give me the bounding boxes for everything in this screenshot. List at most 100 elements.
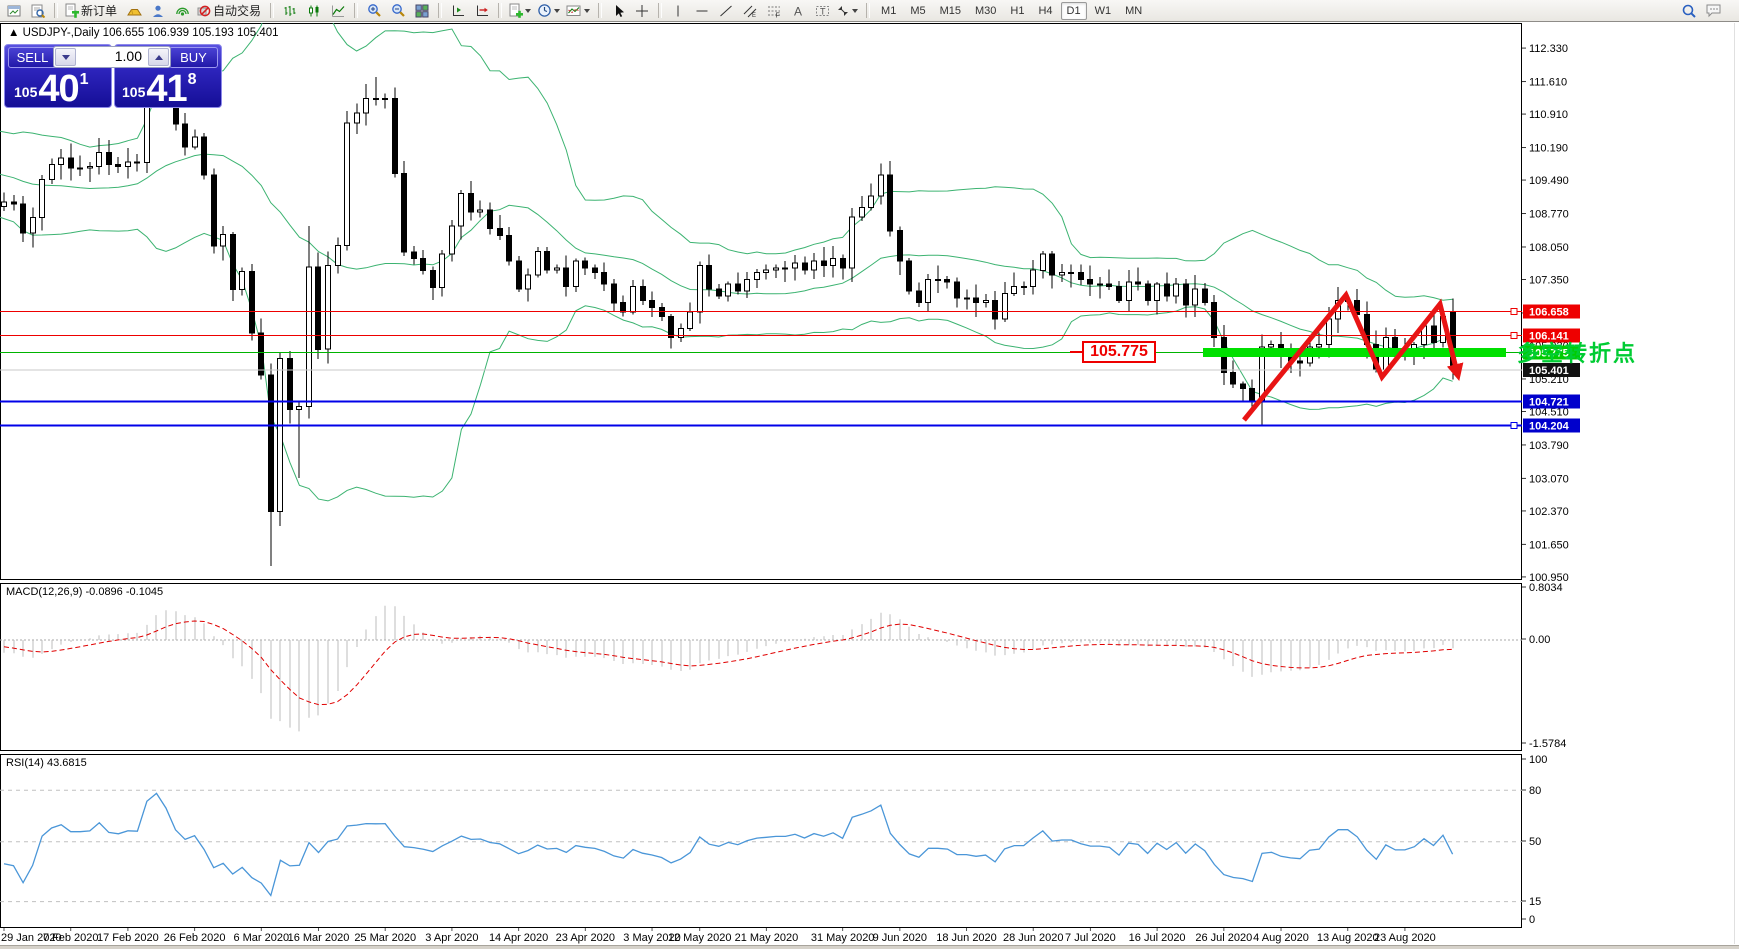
candle-body	[1249, 388, 1255, 401]
autotrade-button[interactable]: 自动交易	[194, 1, 266, 21]
candle-body	[68, 157, 74, 169]
candle-body	[182, 123, 188, 148]
candle-body	[115, 164, 121, 168]
candle-body	[535, 251, 541, 276]
x-axis-date: 3 Apr 2020	[425, 932, 478, 944]
caret-down-icon	[525, 8, 532, 13]
y-axis-tick: 107.350	[1529, 275, 1569, 287]
timeframe-mn[interactable]: MN	[1119, 2, 1148, 20]
symbol-ohlc-line: ▲ USDJPY-,Daily 106.655 106.939 105.193 …	[8, 27, 279, 39]
horizontal-line-icon	[695, 4, 709, 18]
candle-body	[411, 251, 417, 260]
periods-button[interactable]	[535, 1, 564, 21]
line-chart-mode-button[interactable]	[326, 1, 350, 21]
y-axis-tick: 111.610	[1529, 77, 1567, 89]
volume-decrease-button[interactable]	[55, 48, 76, 66]
mt4-terminal-window: 新订单 自动交易 E F A T M1 M5 M15 M30 H1 H4 D1 …	[0, 0, 1739, 949]
chart-canvas[interactable]: 112.330 111.610 110.910 110.190 109.490 108.7…	[0, 0, 1739, 949]
candlestick-mode-button[interactable]	[302, 1, 326, 21]
timeframe-m15[interactable]: M15	[934, 2, 967, 20]
vertical-line-tool-button[interactable]	[666, 1, 690, 21]
arrows-tool-button[interactable]	[834, 1, 862, 21]
auto-scroll-button[interactable]	[470, 1, 494, 21]
buy-button[interactable]: BUY	[169, 47, 218, 68]
candle-body	[1297, 360, 1303, 364]
text-label-tool-button[interactable]: T	[810, 1, 834, 21]
search-button[interactable]	[1677, 1, 1701, 21]
candle-body	[487, 209, 493, 229]
timeframe-d1[interactable]: D1	[1060, 1, 1087, 20]
zoom-in-button[interactable]	[362, 1, 386, 21]
indicators-button[interactable]	[564, 1, 594, 21]
timeframe-m30[interactable]: M30	[969, 2, 1002, 20]
sell-button[interactable]: SELL	[8, 47, 57, 68]
data-window-button[interactable]	[26, 1, 50, 21]
candle-body	[1211, 302, 1217, 339]
fibonacci-tool-button[interactable]: F	[762, 1, 786, 21]
signals-button[interactable]	[170, 1, 194, 21]
x-axis-date: 7 Jul 2020	[1065, 932, 1116, 944]
line-handle[interactable]	[1510, 422, 1518, 430]
chat-button[interactable]	[1701, 1, 1725, 21]
tile-windows-button[interactable]	[410, 1, 434, 21]
candle-body	[620, 302, 626, 313]
candle-body	[1268, 344, 1274, 348]
horizontal-line-tool-button[interactable]	[690, 1, 714, 21]
candle-body	[1183, 283, 1189, 306]
sell-price-figure: 105	[14, 84, 38, 100]
candle-body	[678, 327, 684, 339]
candle-body	[1049, 253, 1055, 276]
bar-chart-icon	[283, 4, 297, 18]
timeframe-m5[interactable]: M5	[904, 2, 931, 20]
search-icon	[1681, 3, 1697, 19]
candle-body	[840, 258, 846, 269]
crosshair-tool-button[interactable]	[630, 1, 654, 21]
candle-body	[506, 234, 512, 262]
x-axis-date: 26 Jul 2020	[1195, 932, 1252, 944]
candle-body	[363, 97, 369, 114]
candle-body	[1087, 279, 1093, 285]
timeframe-m1[interactable]: M1	[875, 2, 902, 20]
arrows-icon	[836, 4, 850, 18]
turning-point-annotation[interactable]: 多空转折点	[1517, 336, 1637, 368]
channel-tool-button[interactable]: E	[738, 1, 762, 21]
macd-indicator-label: MACD(12,26,9) -0.0896 -0.1045	[6, 586, 163, 598]
templates-button[interactable]	[506, 1, 535, 21]
svg-text:F: F	[776, 12, 780, 18]
candle-body	[582, 260, 588, 269]
gold-symbol-button[interactable]	[122, 1, 146, 21]
line-handle[interactable]	[1510, 308, 1518, 316]
volume-spinner[interactable]: 1.00	[53, 46, 171, 68]
candle-body	[249, 271, 255, 334]
chat-icon	[1705, 3, 1722, 18]
volume-increase-button[interactable]	[148, 48, 169, 66]
charts-window-button[interactable]	[2, 1, 26, 21]
chart-shift-button[interactable]	[446, 1, 470, 21]
candle-body	[58, 157, 64, 166]
date-axis: 29 Jan 20207 Feb 202017 Feb 2020 26 Feb 2…	[1, 928, 1436, 944]
trendline-tool-button[interactable]	[714, 1, 738, 21]
community-button[interactable]	[146, 1, 170, 21]
cursor-tool-button[interactable]	[606, 1, 630, 21]
x-axis-date: 23 Apr 2020	[556, 932, 615, 944]
x-axis-date: 31 May 2020	[811, 932, 875, 944]
buy-price-figure: 105	[122, 84, 146, 100]
text-tool-button[interactable]: A	[786, 1, 810, 21]
price-level-label[interactable]: 105.775	[1082, 341, 1156, 363]
volume-value[interactable]: 1.00	[77, 47, 147, 67]
candle-body	[430, 270, 436, 288]
candle-body	[325, 265, 331, 350]
price-tag-text: 104.204	[1529, 421, 1570, 433]
timeframe-w1[interactable]: W1	[1089, 2, 1118, 20]
zoom-out-button[interactable]	[386, 1, 410, 21]
toolbar-separator	[270, 3, 275, 18]
candle-body	[897, 230, 903, 262]
timeframe-h1[interactable]: H1	[1004, 2, 1030, 20]
timeframe-h4[interactable]: H4	[1032, 2, 1058, 20]
toolbar-separator	[498, 3, 503, 18]
candle-body	[211, 174, 217, 247]
new-order-button[interactable]: 新订单	[62, 1, 122, 21]
candle-body	[725, 283, 731, 297]
candle-body	[849, 216, 855, 269]
bar-chart-mode-button[interactable]	[278, 1, 302, 21]
